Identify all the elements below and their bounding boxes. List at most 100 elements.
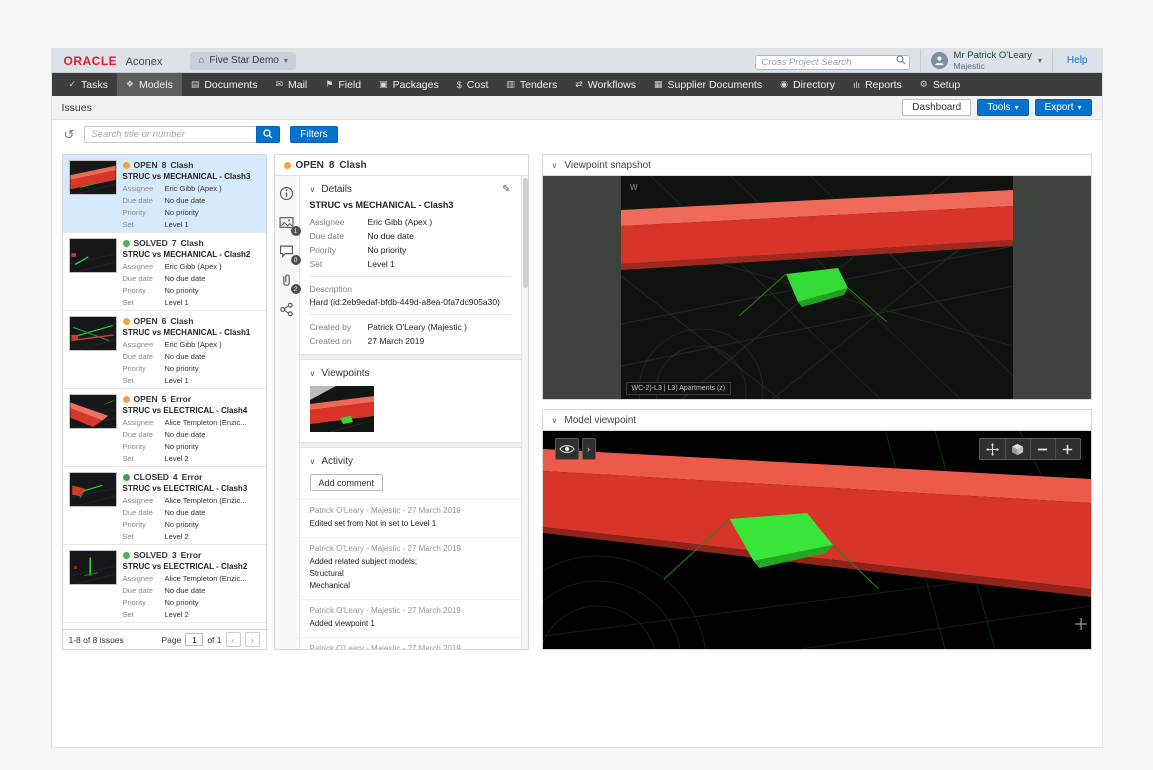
search-button[interactable] — [256, 125, 281, 143]
model-viewpoint-section: ∨ Model viewpoint › — [541, 409, 1092, 650]
cross-project-search-input[interactable] — [754, 54, 910, 70]
tools-button[interactable]: Tools ▾ — [977, 99, 1029, 116]
axis-marker: W — [630, 183, 638, 192]
issue-search-input[interactable] — [84, 125, 257, 143]
zoom-in-button[interactable] — [1054, 439, 1080, 459]
zoom-out-button[interactable] — [1029, 439, 1055, 459]
issue-list-item[interactable]: CLOSED 4 Error STRUC vs ELECTRICAL - Cla… — [62, 467, 266, 545]
pan-button[interactable] — [980, 439, 1005, 459]
export-button[interactable]: Export ▾ — [1034, 99, 1092, 116]
model-viewpoint-title: Model viewpoint — [564, 414, 637, 426]
attachments-tab[interactable]: 2 — [279, 273, 301, 294]
search-icon[interactable] — [895, 54, 906, 65]
viewpoint-snapshot-header[interactable]: ∨ Viewpoint snapshot — [543, 155, 1091, 175]
field-label: Set — [122, 609, 134, 619]
field-label: Priority — [122, 363, 146, 373]
field-label: Priority — [122, 207, 146, 217]
edit-icon[interactable]: ✎ — [502, 184, 510, 195]
issue-list-item[interactable]: OPEN 8 Clash STRUC vs MECHANICAL - Clash… — [62, 155, 266, 233]
issue-fields: Assignee Alice Templeton (Enzic... Due d… — [123, 574, 260, 621]
nav-tab[interactable]: ◉ Directory — [771, 73, 844, 96]
activity-entry: Patrick O'Leary - Majestic - 27 March 20… — [299, 599, 521, 637]
issue-details-header: OPEN 8 Clash — [274, 155, 528, 176]
viewpoints-tab[interactable]: 1 — [278, 215, 301, 236]
dashboard-button[interactable]: Dashboard — [902, 99, 972, 116]
viewpoints-section-header[interactable]: ∨ Viewpoints — [300, 360, 521, 384]
activity-meta: Patrick O'Leary - Majestic - 27 March 20… — [309, 644, 461, 649]
nav-tab[interactable]: ▤ Documents — [182, 73, 267, 96]
issue-type: Error — [181, 472, 203, 482]
nav-tab[interactable]: ⚙ Setup — [911, 73, 970, 96]
chevron-down-icon: ∨ — [309, 185, 316, 194]
details-scrollbar[interactable] — [520, 176, 528, 649]
prev-page-button[interactable]: ‹ — [225, 632, 241, 647]
model-viewport-canvas[interactable]: › — [542, 430, 1091, 649]
orbit-cube-button[interactable] — [1004, 439, 1030, 459]
details-section-header[interactable]: ∨ Details ✎ — [300, 176, 521, 200]
visibility-button[interactable] — [554, 438, 579, 460]
nav-tab[interactable]: ✓ Tasks — [60, 73, 117, 96]
nav-tab[interactable]: ▥ Tenders — [497, 73, 566, 96]
field-value: Level 1 — [164, 375, 189, 385]
field-value: No due date — [164, 273, 206, 283]
issue-type: Error — [180, 550, 202, 560]
issue-head: OPEN 5 Error — [122, 394, 260, 404]
nav-tab[interactable]: ✉ Mail — [266, 73, 316, 96]
filters-button[interactable]: Filters — [290, 125, 338, 143]
nav-tab[interactable]: $ Cost — [448, 73, 498, 96]
user-menu[interactable]: Mr Patrick O'Leary Majestic ▾ — [919, 49, 1052, 72]
nav-tab[interactable]: ⇄ Workflows — [566, 73, 645, 96]
field-value: Patrick O'Leary (Majestic ) — [367, 322, 467, 332]
issue-number: 8 — [161, 160, 167, 170]
viewpoint-thumbnail[interactable] — [309, 386, 374, 432]
chevron-down-icon: ▾ — [1077, 103, 1082, 112]
issue-list-panel: OPEN 8 Clash STRUC vs MECHANICAL - Clash… — [61, 154, 267, 650]
issue-list-item[interactable]: OPEN 5 Error STRUC vs ELECTRICAL - Clash… — [62, 389, 266, 467]
divider — [309, 276, 511, 277]
chevron-down-icon: ∨ — [551, 415, 558, 425]
issue-type: Clash — [170, 160, 194, 170]
field-label: Set — [309, 259, 323, 269]
nav-tab[interactable]: ⚑ Field — [316, 73, 370, 96]
comments-tab[interactable]: 0 — [279, 244, 301, 265]
scrollbar-thumb[interactable] — [522, 178, 528, 288]
field-value: Level 1 — [164, 297, 189, 307]
nav-tab[interactable]: ▣ Packages — [370, 73, 448, 96]
next-page-button[interactable]: › — [244, 632, 260, 647]
status-dot — [122, 551, 130, 559]
field-value: No priority — [164, 207, 199, 217]
issue-list: OPEN 8 Clash STRUC vs MECHANICAL - Clash… — [62, 155, 266, 629]
issue-summary: OPEN 5 Error STRUC vs ELECTRICAL - Clash… — [122, 394, 260, 463]
issue-number: 3 — [171, 550, 177, 560]
nav-tab[interactable]: ▦ Supplier Documents — [645, 73, 771, 96]
chevron-down-icon: ▾ — [1037, 56, 1042, 65]
model-viewpoint-header[interactable]: ∨ Model viewpoint — [543, 410, 1091, 430]
issue-title: STRUC vs MECHANICAL - Clash1 — [122, 328, 251, 337]
related-models-tab[interactable] — [279, 302, 295, 318]
issue-list-item[interactable]: SOLVED 3 Error STRUC vs ELECTRICAL - Cla… — [62, 545, 266, 623]
info-tab[interactable] — [279, 186, 295, 202]
help-button[interactable]: Help — [1051, 49, 1102, 72]
cross-project-search — [754, 52, 910, 70]
expand-toolbar-button[interactable]: › — [581, 438, 596, 460]
field-value: Eric Gibb (Apex ) — [367, 217, 433, 227]
cube-icon — [1011, 443, 1024, 455]
activity-section-header[interactable]: ∨ Activity — [300, 448, 521, 472]
field-label: Due date — [309, 231, 345, 241]
issue-fields: Assignee Eric Gibb (Apex ) Due date No d… — [123, 184, 260, 231]
nav-tab[interactable]: ❖ Models — [116, 73, 182, 96]
project-selector[interactable]: ⌂ Five Star Demo ▾ — [190, 51, 296, 70]
viewports-panel: ∨ Viewpoint snapshot W WC-2)-L3 | L3) Ap… — [541, 154, 1092, 650]
refresh-icon[interactable]: ↺ — [64, 128, 75, 141]
viewpoints-count-badge: 1 — [290, 226, 301, 236]
nav-tab-label: Documents — [204, 78, 258, 91]
aconex-wordmark: Aconex — [125, 55, 163, 68]
nav-tab[interactable]: ılı Reports — [844, 73, 911, 96]
activity-meta: Patrick O'Leary - Majestic - 27 March 20… — [309, 606, 461, 615]
model-toolbar-left: › — [554, 438, 596, 460]
issue-list-item[interactable]: SOLVED 7 Clash STRUC vs MECHANICAL - Cla… — [62, 233, 266, 311]
add-comment-button[interactable]: Add comment — [309, 474, 384, 491]
status-dot — [122, 473, 130, 481]
page-input[interactable] — [185, 633, 204, 646]
issue-list-item[interactable]: OPEN 6 Clash STRUC vs MECHANICAL - Clash… — [62, 311, 266, 389]
